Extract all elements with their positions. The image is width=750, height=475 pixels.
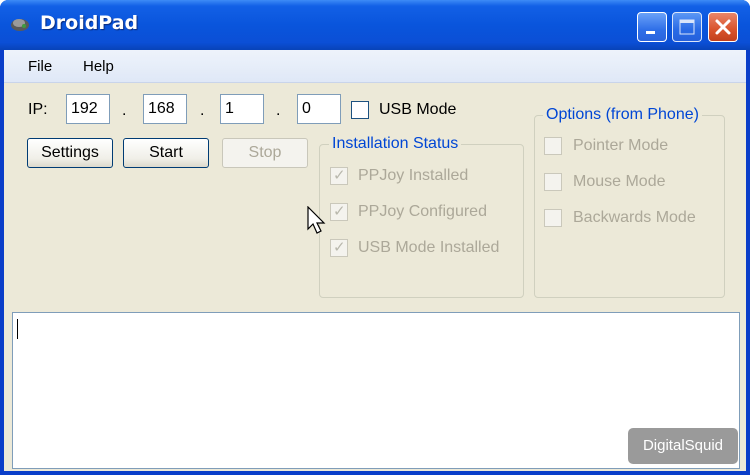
mouse-mode-label: Mouse Mode: [573, 173, 666, 190]
start-button[interactable]: Start: [123, 138, 209, 168]
close-icon: [715, 19, 731, 35]
usb-mode-label[interactable]: USB Mode: [379, 101, 456, 119]
ppjoy-installed-checkbox: [330, 166, 348, 185]
pointer-mode-label: Pointer Mode: [573, 137, 669, 154]
phone-options-title: Options (from Phone): [543, 106, 702, 124]
ip-separator: .: [276, 102, 281, 119]
phone-options-group: Options (from Phone) Pointer Mode Mouse …: [534, 106, 725, 298]
usb-mode-checkbox[interactable]: [351, 101, 369, 119]
text-caret: [17, 319, 18, 339]
minimize-icon: [646, 31, 655, 34]
ip-octet-2-input[interactable]: 168: [143, 94, 187, 124]
maximize-icon: [679, 19, 695, 35]
ppjoy-installed-label: PPJoy Installed: [358, 167, 469, 184]
window-title: DroidPad: [40, 12, 139, 34]
ppjoy-configured-checkbox: [330, 202, 348, 221]
ip-octet-3-input[interactable]: 1: [220, 94, 264, 124]
backwards-mode-label: Backwards Mode: [573, 209, 696, 226]
watermark-badge: DigitalSquid: [628, 428, 738, 464]
mouse-mode-checkbox: [544, 173, 562, 191]
maximize-button[interactable]: [672, 12, 702, 42]
menu-bar: File Help: [4, 50, 746, 83]
usb-mode-installed-label: USB Mode Installed: [358, 239, 500, 256]
ip-label: IP:: [28, 101, 48, 118]
menu-file[interactable]: File: [28, 58, 52, 75]
minimize-button[interactable]: [637, 12, 667, 42]
ip-separator: .: [200, 102, 205, 119]
ip-octet-1-input[interactable]: 192: [66, 94, 110, 124]
ip-separator: .: [122, 102, 127, 119]
installation-status-title: Installation Status: [329, 135, 462, 153]
title-bar[interactable]: DroidPad: [0, 0, 750, 50]
ip-octet-4-input[interactable]: 0: [297, 94, 341, 124]
installation-status-group: Installation Status PPJoy Installed PPJo…: [319, 135, 524, 298]
settings-button[interactable]: Settings: [27, 138, 113, 168]
window-client-area: File Help IP: 192 . 168 . 1 . 0 USB Mode…: [4, 50, 746, 471]
mouse-pointer-icon: [307, 206, 326, 234]
pointer-mode-checkbox: [544, 137, 562, 155]
stop-button[interactable]: Stop: [222, 138, 308, 168]
android-app-icon: [11, 19, 29, 31]
backwards-mode-checkbox: [544, 209, 562, 227]
close-button[interactable]: [708, 12, 738, 42]
app-window: DroidPad File Help IP: 192 . 168 . 1 . 0…: [0, 0, 750, 475]
menu-help[interactable]: Help: [83, 58, 114, 75]
ppjoy-configured-label: PPJoy Configured: [358, 203, 487, 220]
usb-mode-installed-checkbox: [330, 238, 348, 257]
